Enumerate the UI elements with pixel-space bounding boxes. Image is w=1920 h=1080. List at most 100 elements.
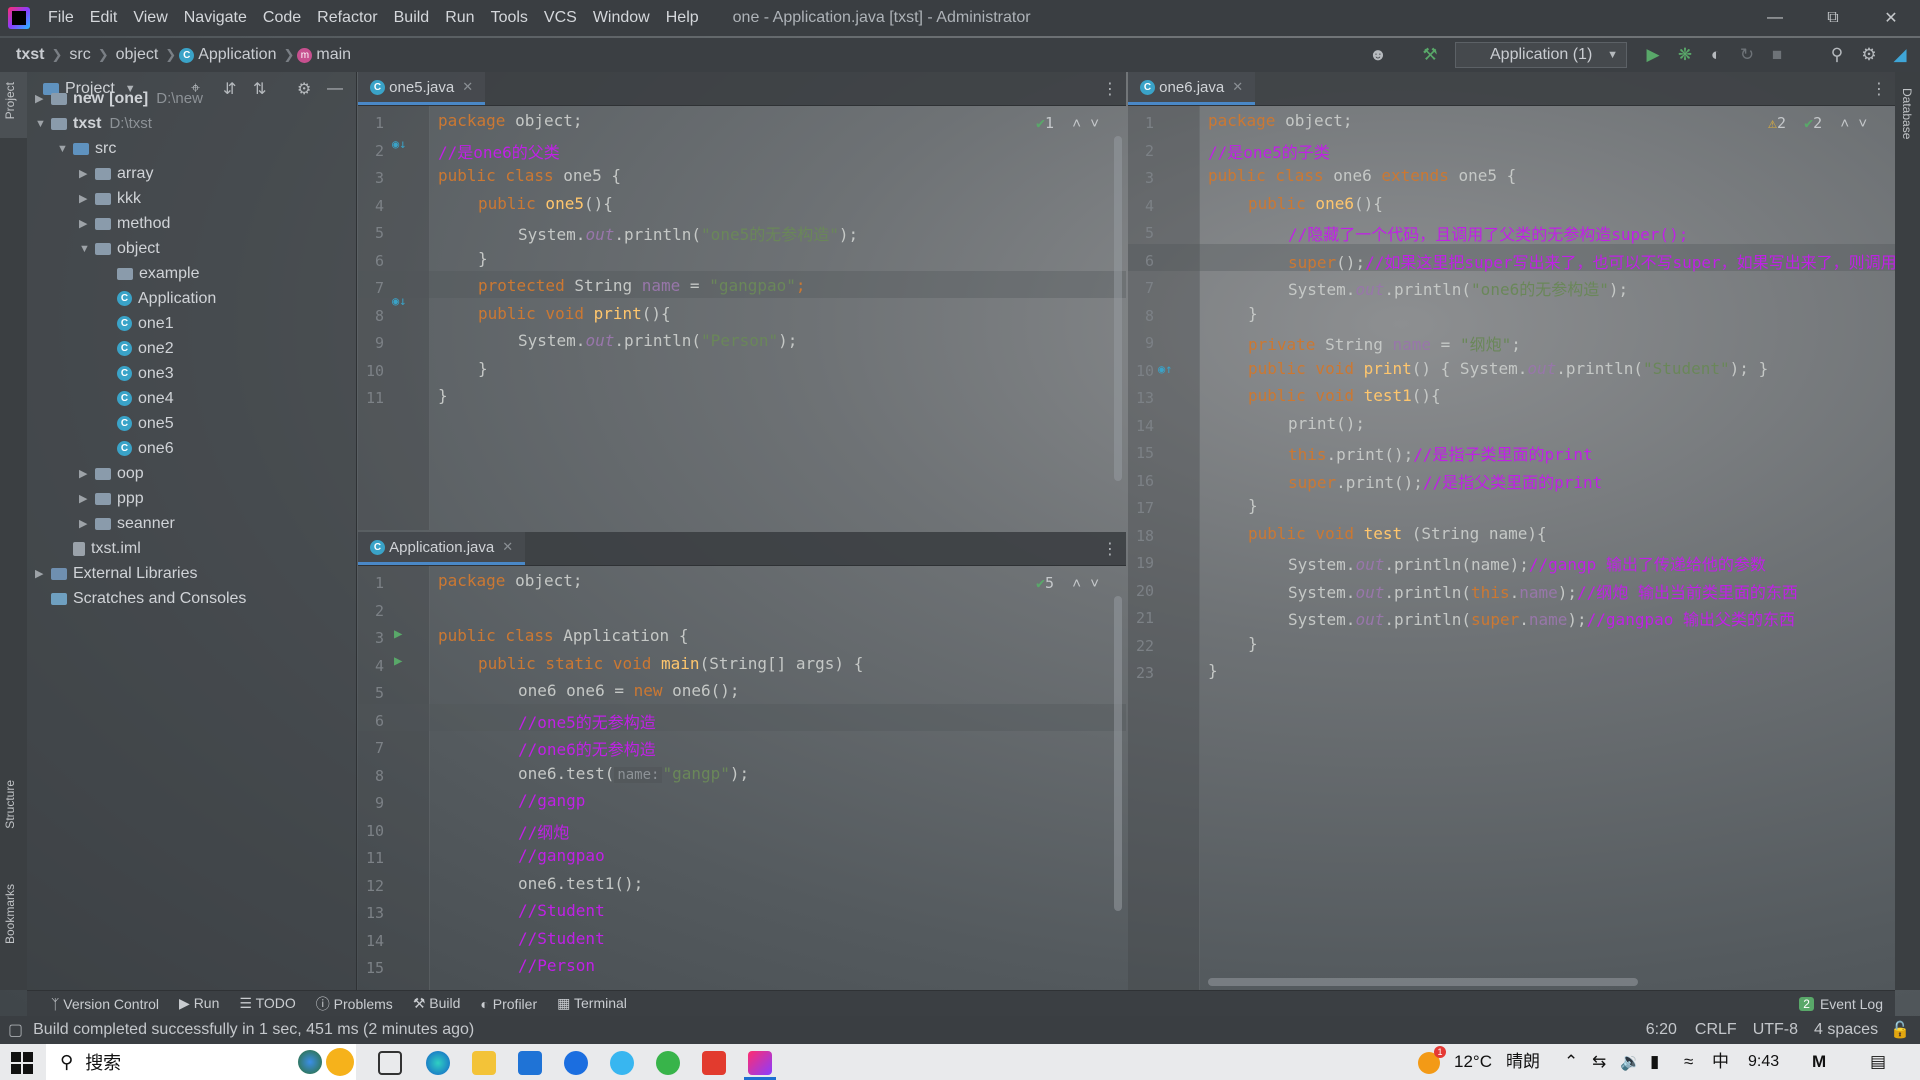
search-icon[interactable]: ⚲: [1825, 43, 1849, 67]
override-gutter-icon[interactable]: ◉↓: [392, 294, 406, 308]
line-number[interactable]: 21: [1128, 609, 1154, 627]
chevron-right-icon[interactable]: ▶: [79, 467, 95, 480]
close-tab-icon[interactable]: ✕: [462, 79, 473, 95]
line-number[interactable]: 3: [1128, 169, 1154, 187]
edge-browser-icon[interactable]: [426, 1051, 450, 1075]
line-number[interactable]: 5: [1128, 224, 1154, 242]
collapse-all-icon[interactable]: ⇅: [253, 79, 266, 99]
code-line[interactable]: }: [1248, 304, 1258, 323]
lock-icon[interactable]: 🔓: [1890, 1020, 1910, 1040]
more-options-icon[interactable]: ⋮: [1102, 79, 1118, 99]
code-line[interactable]: }: [478, 359, 488, 378]
tree-item[interactable]: ▼ txst D:\txst: [35, 111, 152, 136]
code-line[interactable]: super();//如果这里把super写出来了，也可以不写super，如果写出…: [1288, 249, 1895, 273]
vertical-scrollbar[interactable]: [1114, 596, 1122, 911]
line-number[interactable]: 10: [358, 822, 384, 840]
mail-icon[interactable]: [518, 1051, 542, 1075]
network-icon[interactable]: ⇆: [1592, 1044, 1606, 1080]
code-line[interactable]: protected String name = "gangpao";: [478, 276, 806, 295]
code-line[interactable]: System.out.println("one5的无参构造");: [518, 221, 858, 245]
database-tool-label[interactable]: Database: [1900, 88, 1914, 139]
tree-item[interactable]: C Application: [101, 286, 216, 311]
battery-icon[interactable]: ▮: [1650, 1044, 1659, 1080]
tab-application[interactable]: C Application.java ✕: [358, 532, 526, 565]
line-number[interactable]: 17: [1128, 499, 1154, 517]
code-line[interactable]: //隐藏了一个代码，且调用了父类的无参构造super();: [1288, 221, 1688, 245]
line-number[interactable]: 5: [358, 224, 384, 242]
chevron-up-icon[interactable]: ˄: [1072, 574, 1081, 592]
tree-item[interactable]: ▶ kkk: [79, 186, 141, 211]
more-options-icon[interactable]: ⋮: [1102, 539, 1118, 559]
breadcrumb-project[interactable]: txst: [12, 46, 48, 64]
code-line[interactable]: this.print();//是指子类里面的print: [1288, 441, 1593, 465]
line-number[interactable]: 23: [1128, 664, 1154, 682]
breadcrumb-method[interactable]: main: [312, 46, 355, 64]
line-number[interactable]: 1: [358, 574, 384, 592]
tab-terminal[interactable]: ▦ Terminal: [547, 995, 637, 1012]
taskbar-search-box[interactable]: ⚲ 搜索: [46, 1044, 356, 1080]
line-number[interactable]: 9: [1128, 334, 1154, 352]
code-line[interactable]: System.out.println(this.name);//纲炮 输出当前类…: [1288, 579, 1798, 603]
ime-mode-icon[interactable]: M: [1812, 1044, 1826, 1080]
code-line[interactable]: super.print();//是指父类里面的print: [1288, 469, 1602, 493]
qq-browser-icon[interactable]: [610, 1051, 634, 1075]
tree-item[interactable]: Cone5: [101, 411, 174, 436]
menu-code[interactable]: Code: [255, 9, 309, 27]
code-line[interactable]: //是one5的子类: [1208, 139, 1330, 163]
line-number[interactable]: 15: [358, 959, 384, 977]
override-gutter-icon[interactable]: ◉↓: [392, 137, 406, 151]
breadcrumb-src[interactable]: src: [65, 46, 94, 64]
menu-edit[interactable]: Edit: [82, 9, 126, 27]
code-line[interactable]: //gangpao: [518, 846, 605, 865]
line-number[interactable]: 9: [358, 794, 384, 812]
line-number[interactable]: 6: [358, 252, 384, 270]
code-line[interactable]: System.out.println("one6的无参构造");: [1288, 276, 1628, 300]
run-gutter-icon[interactable]: ▶: [394, 653, 402, 669]
menu-tools[interactable]: Tools: [483, 9, 536, 27]
menu-view[interactable]: View: [125, 9, 175, 27]
chevron-right-icon[interactable]: ▶: [79, 217, 95, 230]
inspection-widget[interactable]: ✔5 ˄ ˅: [1036, 574, 1099, 593]
tab-run[interactable]: ▶ Run: [169, 995, 229, 1012]
wifi-icon[interactable]: ≈: [1684, 1044, 1693, 1080]
line-number[interactable]: 10: [358, 362, 384, 380]
tree-item[interactable]: Cone2: [101, 336, 174, 361]
line-number[interactable]: 11: [358, 849, 384, 867]
event-log-button[interactable]: 2 Event Log: [1799, 996, 1895, 1012]
code-line[interactable]: }: [478, 249, 488, 268]
menu-file[interactable]: File: [40, 9, 82, 27]
status-message[interactable]: Build completed successfully in 1 sec, 4…: [33, 1021, 474, 1039]
run-icon[interactable]: ▶: [1641, 43, 1665, 67]
tab-profiler[interactable]: ◐ Profiler: [470, 996, 547, 1012]
app-icon[interactable]: [564, 1051, 588, 1075]
tray-overflow-icon[interactable]: ⌃: [1564, 1044, 1578, 1080]
breadcrumb-class[interactable]: Application: [194, 46, 280, 64]
line-number[interactable]: 4: [1128, 197, 1154, 215]
code-line[interactable]: public void print(){: [478, 304, 671, 323]
bookmarks-tool-label[interactable]: Bookmarks: [3, 884, 17, 944]
code-line[interactable]: one6 one6 = new one6();: [518, 681, 740, 700]
line-number[interactable]: 1: [1128, 114, 1154, 132]
code-line[interactable]: package object;: [438, 571, 583, 590]
chevron-right-icon[interactable]: ▶: [79, 167, 95, 180]
task-view-icon[interactable]: [378, 1051, 402, 1075]
application-editor[interactable]: ✔5 ˄ ˅ ▶ ▶ 1 2 3 4 5 6 7 8 9 10 11 12 13 14 15 package …: [358, 566, 1126, 990]
tree-item[interactable]: Cone1: [101, 311, 174, 336]
tree-item[interactable]: txst.iml: [57, 536, 141, 561]
code-line[interactable]: //Student: [518, 901, 605, 920]
wechat-icon[interactable]: [656, 1051, 680, 1075]
line-number[interactable]: 2: [358, 602, 384, 620]
code-line[interactable]: public class one6 extends one5 {: [1208, 166, 1516, 185]
line-number[interactable]: 20: [1128, 582, 1154, 600]
line-number[interactable]: 16: [1128, 472, 1154, 490]
tab-one6[interactable]: C one6.java ✕: [1128, 72, 1256, 105]
horizontal-scrollbar[interactable]: [1208, 978, 1638, 986]
tree-item[interactable]: ▶ array: [79, 161, 153, 186]
menu-help[interactable]: Help: [658, 9, 707, 27]
expand-all-icon[interactable]: ⇵: [223, 79, 236, 99]
chevron-right-icon[interactable]: ▶: [35, 567, 51, 580]
code-line[interactable]: package object;: [438, 111, 583, 130]
inspection-widget[interactable]: ✔1 ˄ ˅: [1036, 114, 1099, 133]
chevron-down-icon[interactable]: ▼: [79, 243, 95, 255]
status-square-icon[interactable]: ▢: [8, 1020, 23, 1040]
